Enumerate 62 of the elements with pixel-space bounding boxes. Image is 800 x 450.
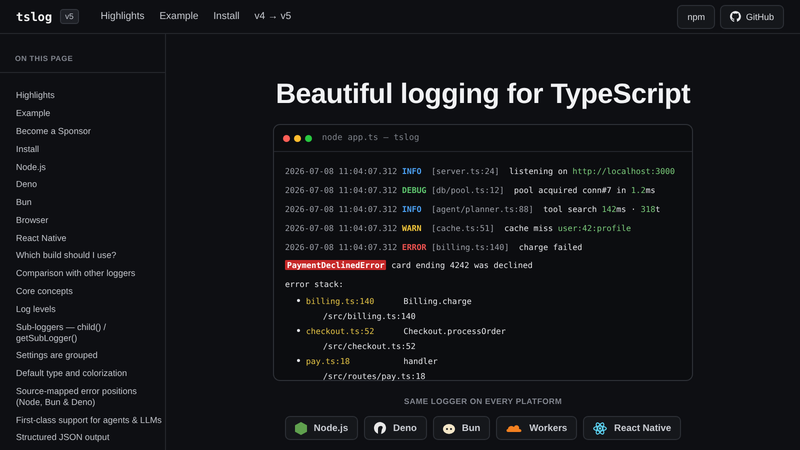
nav-link[interactable]: Highlights <box>100 11 144 22</box>
toc-link[interactable]: Which build should I use? <box>16 247 163 265</box>
toc-link[interactable]: Node.js <box>16 158 163 176</box>
logo[interactable]: tslog <box>16 10 52 24</box>
toc-link[interactable]: Deno <box>16 176 163 194</box>
toc-link[interactable]: Source-mapped error positions (Node, Bun & Deno) <box>16 382 163 412</box>
stack-path: /src/routes/pay.ts:18 <box>322 370 426 383</box>
terminal-title: node app.ts — tslog <box>322 133 420 143</box>
platform-chip[interactable]: React Native <box>583 416 682 440</box>
log-line: error stack: <box>285 278 344 292</box>
platform-chip[interactable]: Workers <box>496 416 578 440</box>
toc-link[interactable]: Settings are grouped <box>16 346 163 365</box>
toc-link[interactable]: Install <box>16 140 163 158</box>
nav-link[interactable]: Example <box>160 11 198 22</box>
stack-function: Checkout.processOrder <box>403 326 506 336</box>
toc-link[interactable]: Core concepts <box>16 282 163 300</box>
nav-link[interactable]: Install <box>213 11 240 22</box>
log-line: 2026-07-08 11:04:07.312 INFO [agent/planner.ts:88] tool search 142ms · 318t <box>285 202 662 216</box>
platform-chip[interactable]: Deno <box>364 416 427 440</box>
maximize-dot <box>305 134 312 142</box>
stack-file: checkout.ts:52 <box>306 326 376 336</box>
close-dot <box>283 134 290 142</box>
page-title: Beautiful logging for TypeScript <box>276 78 690 110</box>
github-button[interactable]: GitHub <box>720 4 784 28</box>
log-line: 2026-07-08 11:04:07.312 INFO [server.ts:24] listening on http://localhost:3000 <box>285 165 676 178</box>
toc-link[interactable]: Default type and colorization <box>16 364 163 382</box>
platform-chip[interactable]: Bun <box>432 416 490 440</box>
bullet-icon <box>297 299 300 302</box>
bun-icon <box>442 422 455 434</box>
toc-link[interactable]: Bun <box>16 194 163 212</box>
toc-link[interactable]: Sub-loggers — child() / getSubLogger() <box>16 318 163 347</box>
log-line: 2026-07-08 11:04:07.312 WARN [cache.ts:51] cache miss user:42:profile <box>285 222 632 235</box>
stack-file: billing.ts:140 <box>306 296 376 306</box>
toc-link[interactable]: Log levels <box>16 300 163 318</box>
hexagon-icon <box>294 422 307 434</box>
toc-link[interactable]: Browser <box>16 211 163 230</box>
platform-chip[interactable]: Node.js <box>284 416 358 440</box>
minimize-dot <box>294 134 301 142</box>
stack-path: /src/checkout.ts:52 <box>322 340 417 353</box>
toc-link[interactable]: Example <box>16 104 163 123</box>
cloud-icon <box>506 424 522 432</box>
log-line: 2026-07-08 11:04:07.312 ERROR [billing.ts:140] charge failed <box>285 240 584 254</box>
stack-function: handler <box>403 356 438 366</box>
nav-link[interactable]: v4 → v5 <box>254 11 292 22</box>
stack-path: /src/billing.ts:140 <box>322 310 417 323</box>
log-line: 2026-07-08 11:04:07.312 DEBUG [db/pool.ts:12] pool acquired conn#7 in 1.2ms <box>285 184 656 198</box>
stack-function: Billing.charge <box>403 296 472 306</box>
bullet-icon <box>297 329 300 332</box>
toc-link[interactable]: Become a Sponsor <box>16 122 163 140</box>
platforms-heading: SAME LOGGER ON EVERY PLATFORM <box>404 397 562 406</box>
toc-link[interactable]: Highlights <box>16 87 163 105</box>
version-badge: v5 <box>60 9 79 24</box>
toc-link[interactable]: Comparison with other loggers <box>16 264 163 283</box>
log-line: PaymentDeclinedError card ending 4242 was declined <box>285 259 534 272</box>
bullet-icon <box>297 359 300 362</box>
toc-link[interactable]: First-class support for agents & LLMs <box>16 411 163 430</box>
stack-file: pay.ts:18 <box>306 356 351 366</box>
github-icon <box>730 11 741 22</box>
toc-link[interactable]: Structured JSON output <box>16 429 163 447</box>
atom-icon <box>593 422 608 434</box>
toc-link[interactable]: React Native <box>16 229 163 248</box>
npm-button[interactable]: npm <box>677 4 715 28</box>
